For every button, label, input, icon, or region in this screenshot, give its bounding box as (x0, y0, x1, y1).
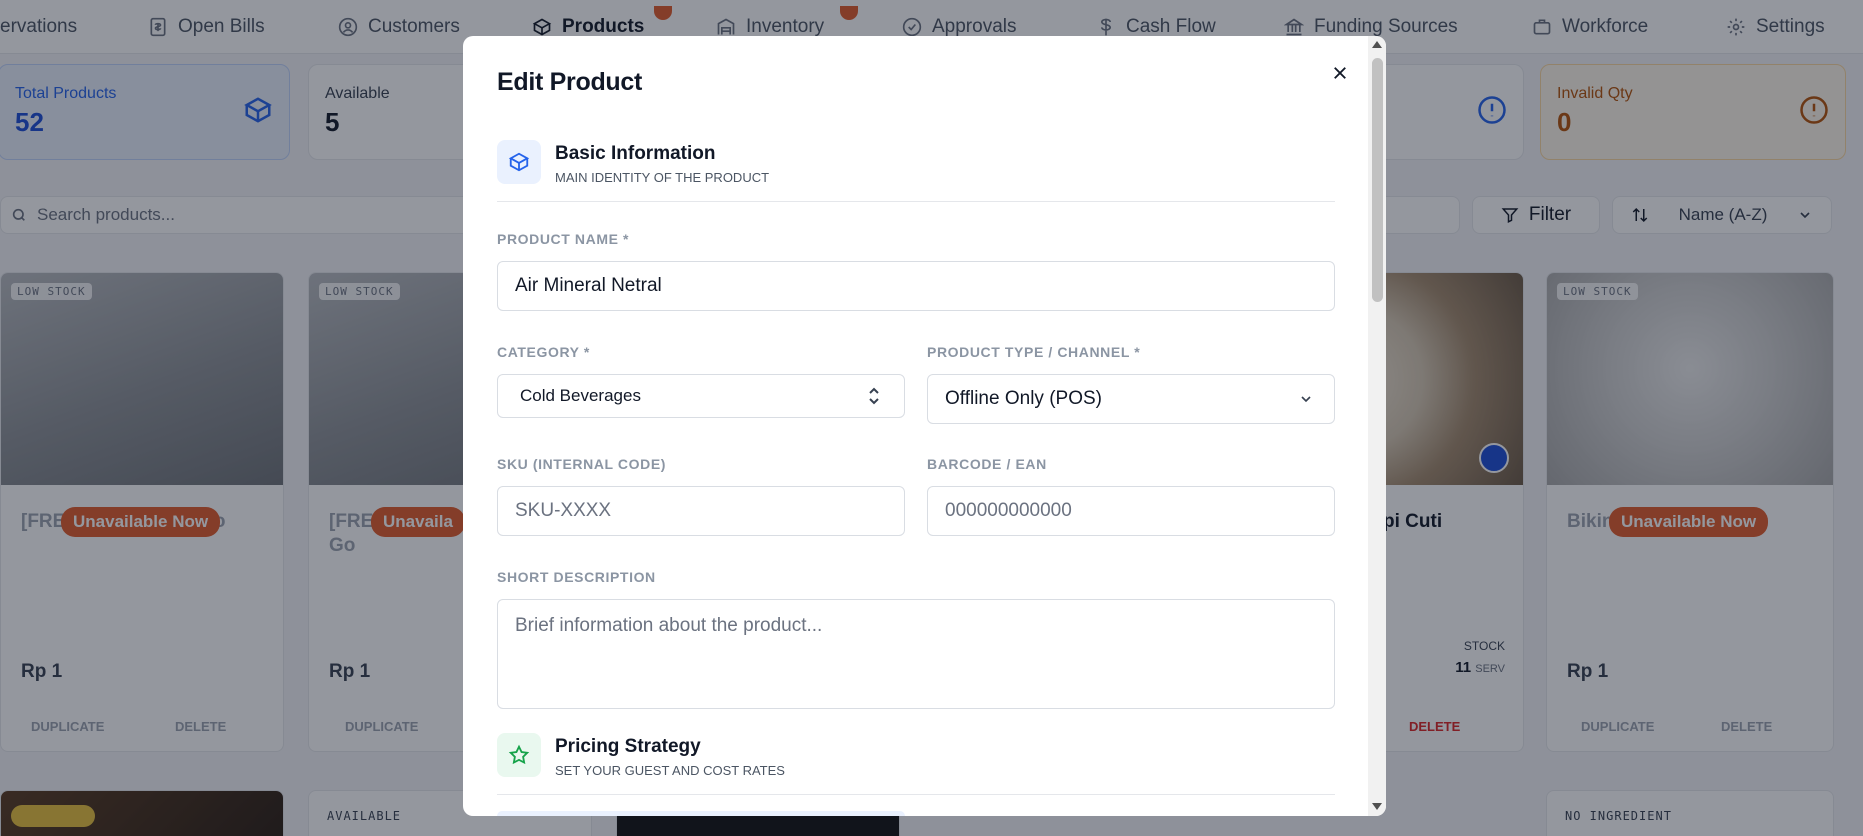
section-icon-wrap (497, 733, 541, 777)
box-icon (508, 152, 530, 172)
barcode-input[interactable]: 000000000000 (927, 486, 1335, 536)
product-type-value: Offline Only (POS) (945, 388, 1102, 409)
sku-input[interactable]: SKU-XXXX (497, 486, 905, 536)
product-name-label: PRODUCT NAME * (497, 231, 630, 247)
description-label: SHORT DESCRIPTION (497, 569, 656, 585)
chevron-down-icon (1301, 396, 1311, 403)
section-icon-wrap (497, 140, 541, 184)
section-subtitle: MAIN IDENTITY OF THE PRODUCT (555, 170, 770, 185)
sku-label: SKU (INTERNAL CODE) (497, 456, 667, 472)
product-name-input[interactable]: Air Mineral Netral (497, 261, 1335, 311)
star-icon (508, 744, 530, 765)
product-type-select[interactable]: Offline Only (POS) (927, 374, 1335, 424)
product-type-label: PRODUCT TYPE / CHANNEL * (927, 344, 1141, 360)
section-subtitle: SET YOUR GUEST AND COST RATES (555, 763, 785, 778)
edit-product-modal: Edit Product Basic Information MAIN IDEN… (463, 36, 1386, 816)
scroll-up-arrow-icon[interactable] (1372, 41, 1382, 48)
category-select[interactable]: Cold Beverages (497, 374, 905, 418)
close-icon (1334, 67, 1346, 79)
scrollbar-thumb[interactable] (1372, 58, 1383, 302)
section-title: Basic Information (555, 143, 716, 164)
pricing-field-edge (497, 811, 905, 816)
category-label: CATEGORY * (497, 344, 590, 360)
close-button[interactable] (1323, 56, 1357, 90)
scroll-down-arrow-icon[interactable] (1372, 803, 1382, 810)
pricing-strategy-header: Pricing Strategy SET YOUR GUEST AND COST… (497, 733, 1335, 795)
chevron-up-down-icon (869, 387, 879, 405)
basic-information-header: Basic Information MAIN IDENTITY OF THE P… (497, 140, 1335, 202)
modal-title: Edit Product (497, 68, 643, 96)
category-value: Cold Beverages (520, 386, 641, 405)
section-title: Pricing Strategy (555, 736, 701, 757)
description-textarea[interactable]: Brief information about the product... (497, 599, 1335, 709)
barcode-label: BARCODE / EAN (927, 456, 1047, 472)
